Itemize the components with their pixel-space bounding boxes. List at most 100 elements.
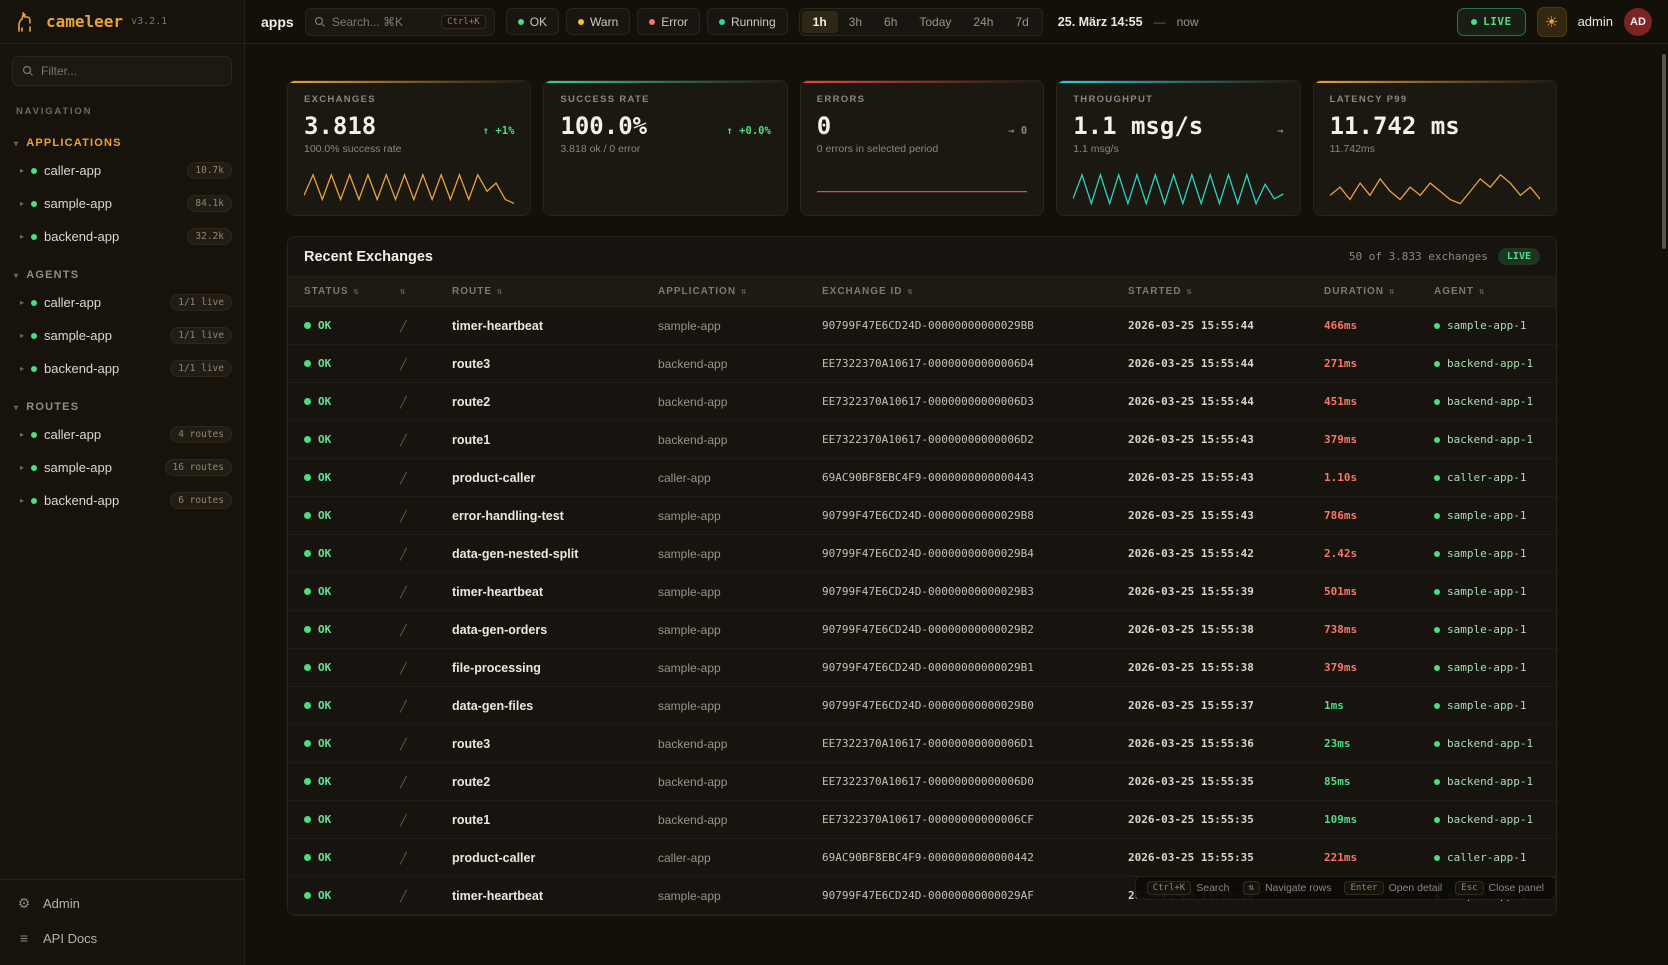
chevron-right-icon: ▸ — [20, 364, 24, 373]
column-header-trace[interactable]: ⇅ — [400, 287, 452, 297]
sidebar-item-caller-app[interactable]: ▸ caller-app 1/1 live — [0, 286, 244, 319]
agent-status-dot — [1434, 817, 1440, 823]
sort-icon: ⇅ — [1479, 287, 1485, 297]
duration: 23ms — [1324, 737, 1434, 750]
agent-cell: backend-app-1 — [1434, 395, 1540, 408]
started-timestamp: 2026-03-25 15:55:35 — [1128, 775, 1324, 788]
table-row[interactable]: OK ╱ product-caller caller-app 69AC90BF8… — [288, 839, 1556, 877]
table-row[interactable]: OK ╱ timer-heartbeat sample-app 90799F47… — [288, 573, 1556, 611]
stat-card-success-rate[interactable]: SUCCESS RATE 100.0% ↑ +0.0% 3.818 ok / 0… — [543, 80, 787, 216]
stat-value: 0 — [817, 112, 831, 140]
table-row[interactable]: OK ╱ product-caller caller-app 69AC90BF8… — [288, 459, 1556, 497]
chip-dot — [518, 19, 524, 25]
stat-card-exchanges[interactable]: EXCHANGES 3.818 ↑ +1% 100.0% success rat… — [287, 80, 531, 216]
agent-cell: caller-app-1 — [1434, 471, 1540, 484]
range-button-today[interactable]: Today — [908, 11, 962, 33]
column-header-started[interactable]: STARTED⇅ — [1128, 286, 1324, 297]
sidebar-item-backend-app[interactable]: ▸ backend-app 6 routes — [0, 484, 244, 517]
table-row[interactable]: OK ╱ file-processing sample-app 90799F47… — [288, 649, 1556, 687]
route-name: timer-heartbeat — [452, 319, 658, 333]
range-button-6h[interactable]: 6h — [873, 11, 908, 33]
stat-cards-row: EXCHANGES 3.818 ↑ +1% 100.0% success rat… — [287, 80, 1557, 216]
hint-navigate-rows: ⇅Navigate rows — [1243, 881, 1332, 895]
search-input[interactable] — [332, 15, 435, 29]
table-row[interactable]: OK ╱ error-handling-test sample-app 9079… — [288, 497, 1556, 535]
chip-dot — [649, 19, 655, 25]
scrollbar[interactable] — [1662, 54, 1666, 249]
global-search[interactable]: Ctrl+K — [305, 8, 495, 36]
range-end-now[interactable]: now — [1177, 15, 1199, 29]
application-name: caller-app — [658, 851, 822, 865]
status-cell: OK — [304, 851, 400, 864]
stat-trend: → 0 — [1008, 125, 1027, 137]
range-button-24h[interactable]: 24h — [962, 11, 1004, 33]
range-button-7d[interactable]: 7d — [1004, 11, 1039, 33]
panel-meta: 50 of 3.833 exchanges LIVE — [1349, 248, 1540, 265]
column-header-application[interactable]: APPLICATION⇅ — [658, 286, 822, 297]
exchange-id: EE7322370A10617-00000000000006D4 — [822, 357, 1128, 370]
started-timestamp: 2026-03-25 15:55:42 — [1128, 547, 1324, 560]
table-row[interactable]: OK ╱ route2 backend-app EE7322370A10617-… — [288, 763, 1556, 801]
agent-cell: backend-app-1 — [1434, 775, 1540, 788]
status-dot — [304, 854, 311, 861]
stat-subtext: 100.0% success rate — [304, 143, 514, 155]
table-row[interactable]: OK ╱ route1 backend-app EE7322370A10617-… — [288, 421, 1556, 459]
table-body: OK ╱ timer-heartbeat sample-app 90799F47… — [288, 307, 1556, 915]
table-row[interactable]: OK ╱ timer-heartbeat sample-app 90799F47… — [288, 307, 1556, 345]
sidebar-section-agents[interactable]: ▾ AGENTS — [0, 261, 244, 286]
filter-chip-error[interactable]: Error — [637, 8, 700, 35]
column-header-agent[interactable]: AGENT⇅ — [1434, 286, 1540, 297]
sidebar-filter[interactable] — [12, 56, 232, 86]
topbar-right: LIVE ☀ admin AD — [1457, 7, 1652, 37]
table-row[interactable]: OK ╱ data-gen-files sample-app 90799F47E… — [288, 687, 1556, 725]
stat-card-latency-p99[interactable]: LATENCY P99 11.742 ms 11.742ms — [1313, 80, 1557, 216]
app-logo[interactable]: cameleer v3.2.1 — [0, 0, 244, 44]
sidebar-item-api-docs[interactable]: ≡ API Docs — [0, 921, 244, 955]
filter-input[interactable] — [41, 64, 222, 78]
live-toggle[interactable]: LIVE — [1457, 8, 1526, 36]
filter-chip-ok[interactable]: OK — [506, 8, 559, 35]
agent-cell: sample-app-1 — [1434, 661, 1540, 674]
sidebar-item-backend-app[interactable]: ▸ backend-app 1/1 live — [0, 352, 244, 385]
exchange-count: 50 of 3.833 exchanges — [1349, 250, 1488, 263]
table-row[interactable]: OK ╱ route2 backend-app EE7322370A10617-… — [288, 383, 1556, 421]
stat-card-errors[interactable]: ERRORS 0 → 0 0 errors in selected period — [800, 80, 1044, 216]
sidebar-item-sample-app[interactable]: ▸ sample-app 84.1k — [0, 187, 244, 220]
sidebar-item-caller-app[interactable]: ▸ caller-app 10.7k — [0, 154, 244, 187]
filter-chip-running[interactable]: Running — [707, 8, 788, 35]
agent-name: sample-app-1 — [1447, 585, 1526, 598]
sidebar-item-sample-app[interactable]: ▸ sample-app 1/1 live — [0, 319, 244, 352]
range-button-3h[interactable]: 3h — [838, 11, 873, 33]
agent-name: backend-app-1 — [1447, 775, 1533, 788]
stat-card-throughput[interactable]: THROUGHPUT 1.1 msg/s → 1.1 msg/s — [1056, 80, 1300, 216]
sidebar-item-backend-app[interactable]: ▸ backend-app 32.2k — [0, 220, 244, 253]
column-header-duration[interactable]: DURATION⇅ — [1324, 286, 1434, 297]
table-row[interactable]: OK ╱ data-gen-orders sample-app 90799F47… — [288, 611, 1556, 649]
filter-chip-warn[interactable]: Warn — [566, 8, 630, 35]
column-header-exchange-id[interactable]: EXCHANGE ID⇅ — [822, 286, 1128, 297]
sidebar-section-applications[interactable]: ▾ APPLICATIONS — [0, 129, 244, 154]
sidebar-section-routes[interactable]: ▾ ROUTES — [0, 393, 244, 418]
theme-toggle[interactable]: ☀ — [1537, 7, 1567, 37]
column-header-status[interactable]: STATUS⇅ — [304, 286, 400, 297]
route-trace-icon: ╱ — [400, 548, 407, 561]
sidebar-item-caller-app[interactable]: ▸ caller-app 4 routes — [0, 418, 244, 451]
status-dot — [304, 398, 311, 405]
table-row[interactable]: OK ╱ data-gen-nested-split sample-app 90… — [288, 535, 1556, 573]
status-cell: OK — [304, 623, 400, 636]
avatar[interactable]: AD — [1624, 8, 1652, 36]
route-name: timer-heartbeat — [452, 585, 658, 599]
table-row[interactable]: OK ╱ route3 backend-app EE7322370A10617-… — [288, 725, 1556, 763]
table-row[interactable]: OK ╱ route3 backend-app EE7322370A10617-… — [288, 345, 1556, 383]
sidebar-item-admin[interactable]: ⚙ Admin — [0, 886, 244, 921]
column-header-route[interactable]: ROUTE⇅ — [452, 286, 658, 297]
application-name: backend-app — [658, 775, 822, 789]
status-dot — [304, 474, 311, 481]
started-timestamp: 2026-03-25 15:55:39 — [1128, 585, 1324, 598]
agent-status-dot — [1434, 855, 1440, 861]
sidebar-item-sample-app[interactable]: ▸ sample-app 16 routes — [0, 451, 244, 484]
range-button-1h[interactable]: 1h — [802, 11, 838, 33]
started-timestamp: 2026-03-25 15:55:43 — [1128, 471, 1324, 484]
exchange-id: 69AC90BF8EBC4F9-0000000000000443 — [822, 471, 1128, 484]
table-row[interactable]: OK ╱ route1 backend-app EE7322370A10617-… — [288, 801, 1556, 839]
